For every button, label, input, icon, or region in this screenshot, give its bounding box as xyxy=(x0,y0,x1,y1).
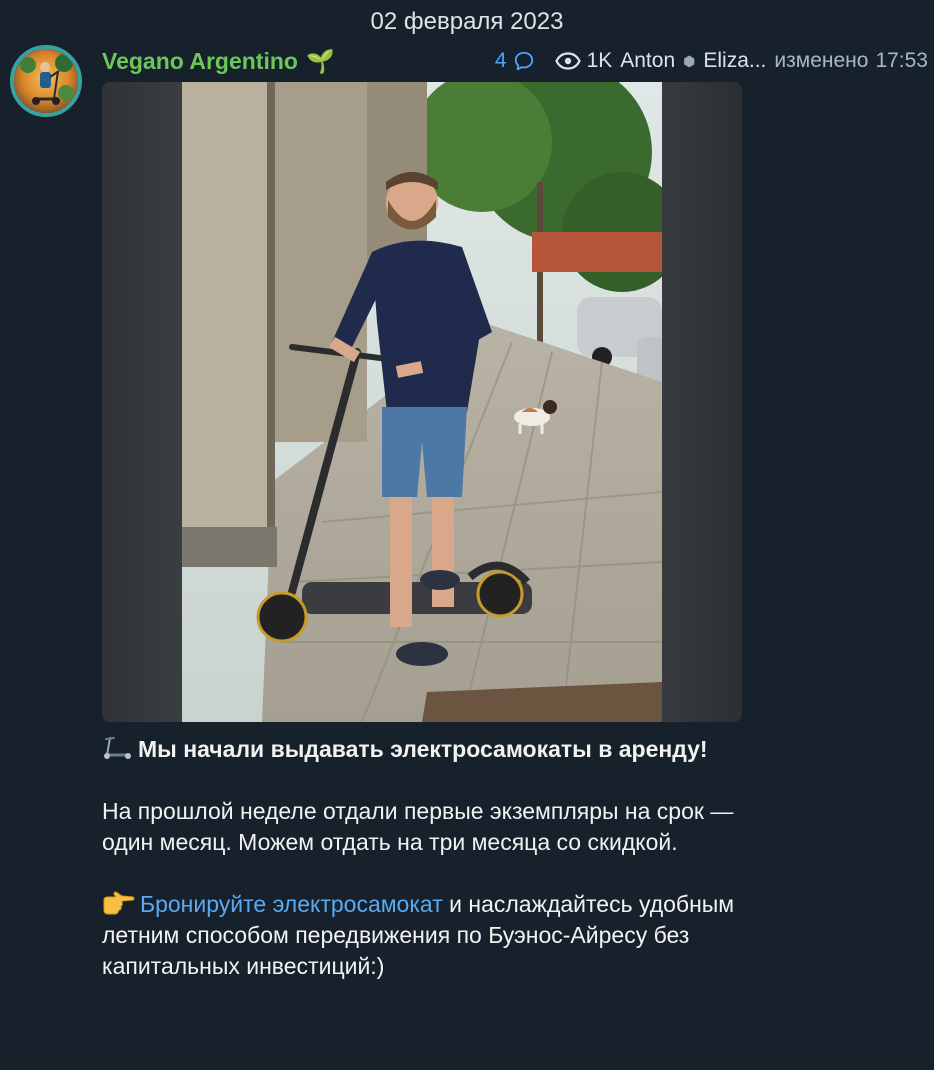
author-name: Anton xyxy=(620,49,676,72)
edited-label: изменено xyxy=(774,49,869,72)
channel-avatar[interactable] xyxy=(10,45,82,117)
date-separator: 02 февраля 2023 xyxy=(370,8,564,35)
seedling-emoji: 🌱 xyxy=(305,48,335,74)
post-time: 17:53 xyxy=(875,49,928,72)
book-scooter-link[interactable]: Бронируйте электросамокат xyxy=(140,891,443,917)
comment-bubble-icon xyxy=(514,51,533,71)
post-headline: Мы начали выдавать электросамокаты в аре… xyxy=(102,734,742,765)
views-counter: 1K xyxy=(554,49,613,73)
post-meta: 4 1K Anton ⬢ Eliza... изменено 17:53 xyxy=(495,49,928,73)
post-text: Мы начали выдавать электросамокаты в аре… xyxy=(102,734,742,982)
pointing-right-icon xyxy=(103,891,135,915)
post-paragraph-2: Бронируйте электросамокат и наслаждайтес… xyxy=(102,889,742,982)
comments-button[interactable]: 4 xyxy=(495,49,535,73)
scooter-photo xyxy=(182,82,662,722)
avatar-image xyxy=(14,49,78,113)
channel-name-text: Vegano Argentino xyxy=(102,48,298,74)
headline-text: Мы начали выдавать электросамокаты в аре… xyxy=(138,736,708,762)
comments-count: 4 xyxy=(494,49,507,72)
views-count: 1K xyxy=(586,49,613,72)
post-paragraph-1: На прошлой неделе отдали первые экземпля… xyxy=(102,798,734,855)
post-header: Vegano Argentino 🌱 4 1K Anton ⬢ Eliza... … xyxy=(102,48,928,80)
kick-scooter-icon xyxy=(104,737,131,759)
coauthor-name: Eliza... xyxy=(703,49,767,72)
author-separator-dot: ⬢ xyxy=(683,52,696,69)
eye-icon xyxy=(554,52,581,70)
channel-name[interactable]: Vegano Argentino 🌱 xyxy=(102,48,335,75)
post-photo[interactable] xyxy=(102,82,742,722)
